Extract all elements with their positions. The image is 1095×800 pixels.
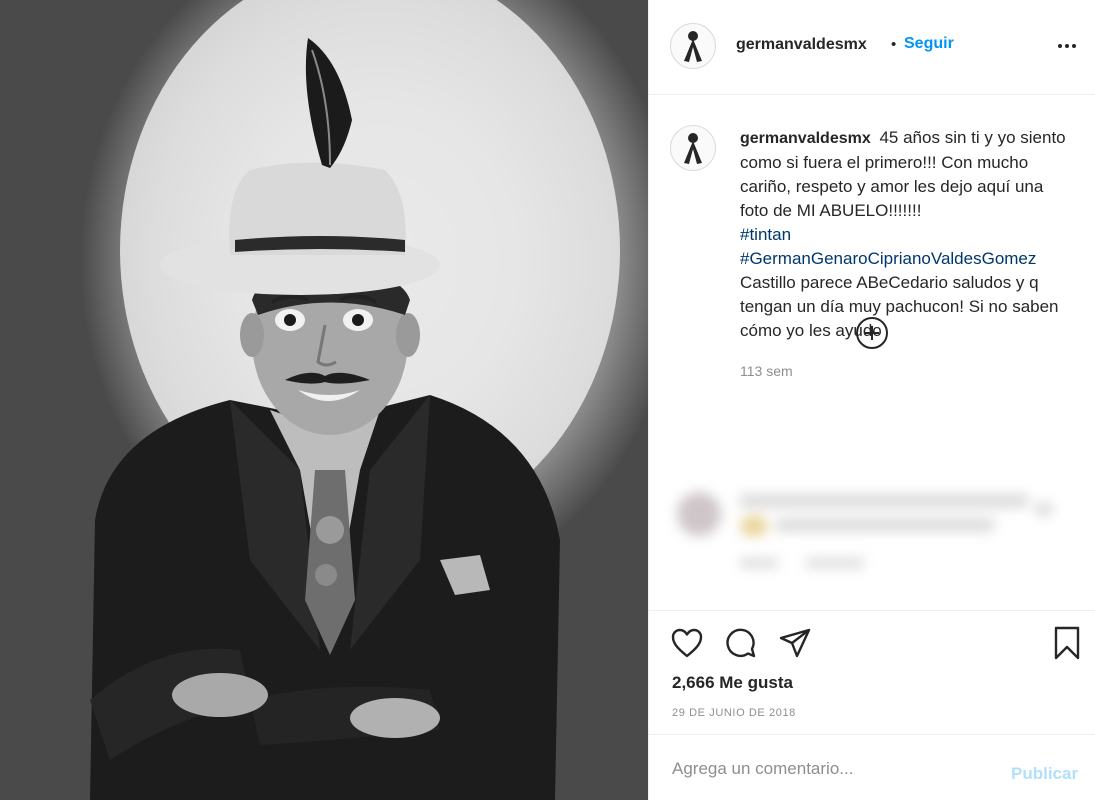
post-side-panel: germanvaldesmx • Seguir germanvaldesmx 4…	[648, 0, 1095, 800]
mourning-ribbon-icon	[684, 31, 702, 62]
post-actions: 2,666 Me gusta 29 DE JUNIO DE 2018	[649, 610, 1095, 734]
mourning-ribbon-icon	[684, 133, 702, 164]
comment-input[interactable]	[672, 757, 992, 781]
post-photo[interactable]	[0, 0, 648, 800]
post-header: germanvaldesmx • Seguir	[649, 0, 1095, 95]
post-date[interactable]: 29 DE JUNIO DE 2018	[672, 707, 796, 719]
blurred-comment	[665, 476, 1083, 596]
author-avatar[interactable]	[670, 23, 716, 69]
separator-dot: •	[891, 36, 897, 53]
ellipsis-icon[interactable]	[1058, 37, 1080, 55]
plus-circle-icon[interactable]	[856, 317, 888, 349]
caption-author-avatar[interactable]	[670, 125, 716, 171]
author-username[interactable]: germanvaldesmx	[736, 36, 867, 54]
hashtag-link[interactable]: #GermanGenaroCiprianoValdesGomez	[740, 249, 1036, 268]
add-comment-bar: Publicar	[649, 734, 1095, 800]
portrait-illustration	[90, 0, 620, 800]
publish-button[interactable]: Publicar	[1011, 764, 1078, 784]
bookmark-icon[interactable]	[1049, 625, 1085, 661]
paper-plane-icon[interactable]	[777, 625, 813, 661]
like-count[interactable]: 2,666 Me gusta	[672, 673, 793, 693]
hashtag-link[interactable]: #tintan	[740, 225, 791, 244]
follow-button[interactable]: Seguir	[904, 35, 954, 53]
caption-timestamp[interactable]: 113 sem	[740, 363, 793, 379]
heart-icon[interactable]	[669, 625, 705, 661]
caption-username[interactable]: germanvaldesmx	[740, 130, 871, 147]
post-caption: germanvaldesmx 45 años sin ti y yo sient…	[740, 126, 1070, 343]
caption-text-after: Castillo parece ABeCedario saludos y q t…	[740, 273, 1059, 340]
comment-icon[interactable]	[723, 625, 759, 661]
